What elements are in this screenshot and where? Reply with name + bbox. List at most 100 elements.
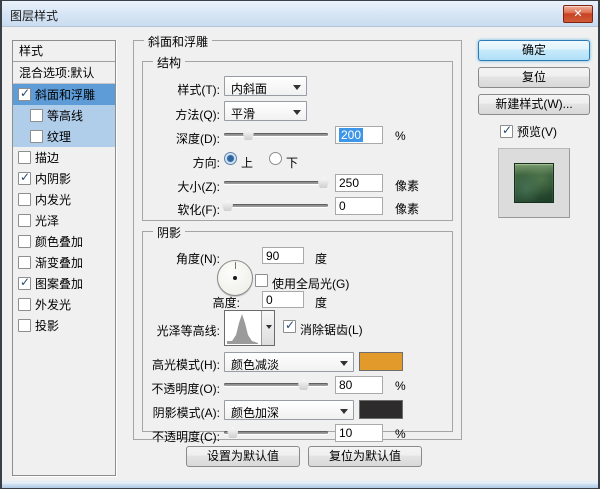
altitude-value: 0 xyxy=(266,293,273,307)
sidebar-item[interactable]: 描边 xyxy=(13,147,115,168)
soften-input[interactable]: 0 xyxy=(335,197,383,215)
slider-thumb[interactable] xyxy=(317,177,329,188)
direction-down-label: 下 xyxy=(286,156,299,170)
angle-input[interactable]: 90 xyxy=(262,247,304,264)
sidebar-item[interactable]: 纹理 xyxy=(13,126,115,147)
chevron-down-icon xyxy=(266,325,272,329)
sidebar-item-blending-options[interactable]: 混合选项:默认 xyxy=(13,62,115,84)
slider-track[interactable] xyxy=(224,431,328,434)
preview-image xyxy=(514,163,554,203)
size-input[interactable]: 250 xyxy=(335,174,383,192)
shadow-mode-dropdown[interactable]: 颜色加深 xyxy=(224,400,354,420)
slider-thumb[interactable] xyxy=(298,379,310,390)
slider-track[interactable] xyxy=(224,133,328,136)
shadow-opacity-input[interactable]: 10 xyxy=(335,424,383,442)
shadow-color-swatch[interactable] xyxy=(359,400,403,419)
reset-button[interactable]: 复位 xyxy=(478,67,590,88)
highlight-opacity-input[interactable]: 80 xyxy=(335,376,383,394)
slider-thumb[interactable] xyxy=(222,200,234,211)
sidebar-item[interactable]: 颜色叠加 xyxy=(13,231,115,252)
gloss-contour-label: 光泽等高线: xyxy=(156,324,220,338)
highlight-mode-dropdown[interactable]: 颜色减淡 xyxy=(224,352,354,372)
style-label: 样式(T): xyxy=(177,83,220,97)
highlight-opacity-unit: % xyxy=(395,379,406,393)
slider-track[interactable] xyxy=(224,383,328,386)
checkbox-icon[interactable] xyxy=(18,151,31,164)
checkbox-icon[interactable] xyxy=(18,235,31,248)
set-default-button[interactable]: 设置为默认值 xyxy=(186,446,300,467)
contour-dropdown-button[interactable] xyxy=(261,311,274,345)
shading-legend: 阴影 xyxy=(153,224,186,241)
depth-slider[interactable] xyxy=(224,128,328,140)
sidebar-item[interactable]: 渐变叠加 xyxy=(13,252,115,273)
technique-dropdown[interactable]: 平滑 xyxy=(224,101,307,121)
sidebar-item[interactable]: 等高线 xyxy=(13,105,115,126)
highlight-opacity-value: 80 xyxy=(339,378,353,392)
depth-value: 200 xyxy=(339,128,364,142)
checkbox-icon[interactable] xyxy=(18,214,31,227)
sidebar-item[interactable]: 外发光 xyxy=(13,294,115,315)
altitude-input[interactable]: 0 xyxy=(262,291,304,308)
soften-slider[interactable] xyxy=(222,199,328,211)
altitude-label: 高度: xyxy=(212,296,240,310)
checkbox-icon[interactable] xyxy=(18,86,31,101)
size-slider[interactable] xyxy=(224,176,329,188)
sidebar-item[interactable]: 内发光 xyxy=(13,189,115,210)
sidebar-list: 斜面和浮雕等高线纹理描边内阴影内发光光泽颜色叠加渐变叠加图案叠加外发光投影 xyxy=(13,84,115,336)
checkbox-icon[interactable] xyxy=(18,275,31,290)
preview-checkbox[interactable] xyxy=(500,123,513,138)
checkbox-icon[interactable] xyxy=(18,193,31,206)
slider-track[interactable] xyxy=(224,204,328,207)
sidebar-item[interactable]: 图案叠加 xyxy=(13,273,115,294)
slider-thumb[interactable] xyxy=(227,427,239,438)
sidebar-item[interactable]: 光泽 xyxy=(13,210,115,231)
highlight-mode-label: 高光模式(H): xyxy=(152,358,220,372)
close-button[interactable]: ✕ xyxy=(563,5,593,23)
styles-sidebar: 样式 混合选项:默认 斜面和浮雕等高线纹理描边内阴影内发光光泽颜色叠加渐变叠加图… xyxy=(12,40,116,476)
depth-input[interactable]: 200 xyxy=(335,126,383,144)
titlebar[interactable]: 图层样式 ✕ xyxy=(2,1,598,27)
sidebar-header-styles[interactable]: 样式 xyxy=(13,41,115,62)
sidebar-item-label: 斜面和浮雕 xyxy=(35,88,96,102)
checkbox-icon[interactable] xyxy=(30,130,43,143)
anti-alias-label: 消除锯齿(L) xyxy=(300,323,363,337)
direction-down-radio[interactable] xyxy=(269,152,282,165)
chevron-down-icon xyxy=(340,361,348,366)
sidebar-item-label: 投影 xyxy=(35,319,60,333)
slider-thumb[interactable] xyxy=(242,129,254,140)
direction-up-label: 上 xyxy=(241,156,254,170)
sidebar-item-label: 等高线 xyxy=(47,109,84,123)
direction-up-radio[interactable] xyxy=(224,152,237,165)
anti-alias-checkbox[interactable] xyxy=(283,318,296,333)
slider-track[interactable] xyxy=(224,181,328,184)
checkbox-icon[interactable] xyxy=(18,298,31,311)
checkbox-icon[interactable] xyxy=(18,319,31,332)
direction-label: 方向: xyxy=(192,156,220,170)
reset-default-button[interactable]: 复位为默认值 xyxy=(308,446,422,467)
sidebar-item-label: 纹理 xyxy=(47,130,72,144)
sidebar-item-label: 图案叠加 xyxy=(35,277,84,291)
angle-dial[interactable] xyxy=(217,260,253,296)
checkbox-icon[interactable] xyxy=(18,256,31,269)
sidebar-item[interactable]: 斜面和浮雕 xyxy=(13,84,115,105)
chevron-down-icon xyxy=(340,409,348,414)
shadow-opacity-slider[interactable] xyxy=(224,426,328,438)
highlight-color-swatch[interactable] xyxy=(359,352,403,371)
panel-title: 斜面和浮雕 xyxy=(144,33,213,50)
checkbox-icon[interactable] xyxy=(30,109,43,122)
depth-label: 深度(D): xyxy=(176,132,220,146)
highlight-opacity-slider[interactable] xyxy=(224,378,328,390)
sidebar-item[interactable]: 内阴影 xyxy=(13,168,115,189)
soften-label: 软化(F): xyxy=(177,203,220,217)
gloss-contour-picker[interactable] xyxy=(224,310,275,346)
checkbox-icon[interactable] xyxy=(18,170,31,185)
window-title: 图层样式 xyxy=(10,9,59,23)
ok-button[interactable]: 确定 xyxy=(478,40,590,61)
style-dropdown[interactable]: 内斜面 xyxy=(224,76,307,96)
shadow-opacity-label: 不透明度(C): xyxy=(152,430,220,444)
new-style-button[interactable]: 新建样式(W)... xyxy=(478,94,590,115)
global-light-checkbox[interactable] xyxy=(255,274,268,287)
layer-style-dialog: 图层样式 ✕ 样式 混合选项:默认 斜面和浮雕等高线纹理描边内阴影内发光光泽颜色… xyxy=(0,0,600,489)
structure-legend: 结构 xyxy=(153,54,186,71)
sidebar-item[interactable]: 投影 xyxy=(13,315,115,336)
